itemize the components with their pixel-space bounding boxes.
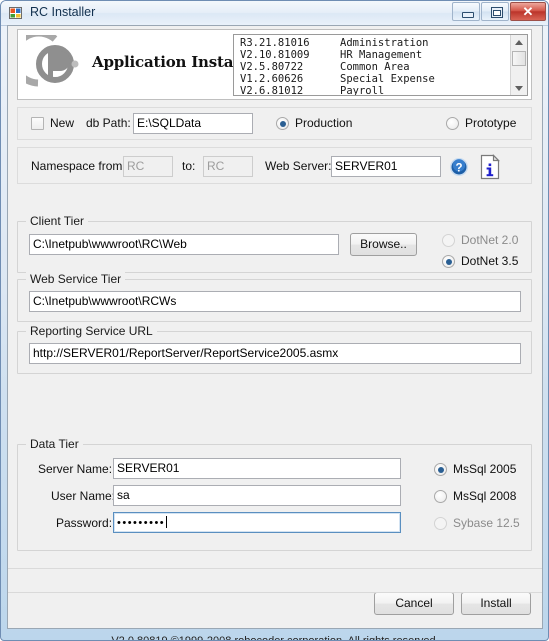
dotnet-35-label: DotNet 3.5 xyxy=(461,254,519,268)
db-path-input[interactable]: E:\SQLData xyxy=(133,113,253,134)
namespace-from-label: Namespace from: xyxy=(31,159,126,173)
password-input[interactable]: ••••••••• xyxy=(113,512,401,533)
module-version: V2.5.80722 xyxy=(240,61,304,74)
web-service-tier-legend: Web Service Tier xyxy=(26,272,126,286)
module-name: Special Expense xyxy=(340,73,435,86)
minimize-button[interactable] xyxy=(452,2,480,21)
module-row: R3.21.81016 Administration xyxy=(240,37,508,49)
dotnet-20-label: DotNet 2.0 xyxy=(461,233,519,247)
app-window-icon xyxy=(9,6,24,21)
client-tier-group: Client Tier C:\Inetpub\wwwroot\RC\Web Br… xyxy=(17,214,532,273)
maximize-icon xyxy=(482,3,508,20)
web-service-tier-group: Web Service Tier C:\Inetpub\wwwroot\RCWs xyxy=(17,272,532,322)
web-service-tier-path-input[interactable]: C:\Inetpub\wwwroot\RCWs xyxy=(29,291,521,312)
client-tier-path-input[interactable]: C:\Inetpub\wwwroot\RC\Web xyxy=(29,234,339,255)
data-tier-group: Data Tier Server Name: SERVER01 User Nam… xyxy=(17,437,532,551)
module-name: Administration xyxy=(340,37,429,49)
close-icon: ✕ xyxy=(522,4,534,19)
user-name-label: User Name: xyxy=(51,489,116,503)
robocoder-logo xyxy=(10,29,84,93)
mssql-2008-radio[interactable] xyxy=(434,490,447,503)
module-version-rows: R3.21.81016 Administration V2.10.81009 HR … xyxy=(240,37,508,96)
production-label: Production xyxy=(295,116,353,130)
module-version: V1.2.60626 xyxy=(240,73,304,86)
module-row: V1.2.60626 Special Expense xyxy=(240,73,508,85)
namespace-from-input[interactable]: RC xyxy=(123,156,173,177)
close-button[interactable]: ✕ xyxy=(510,2,546,21)
cancel-button[interactable]: Cancel xyxy=(374,592,454,615)
module-name: HR Management xyxy=(340,49,423,62)
server-name-input[interactable]: SERVER01 xyxy=(113,458,401,479)
minimize-icon xyxy=(453,3,479,20)
user-name-input[interactable]: sa xyxy=(113,485,401,506)
namespace-to-label: to: xyxy=(182,159,196,173)
reporting-service-url-input[interactable]: http://SERVER01/ReportServer/ReportServi… xyxy=(29,343,521,364)
namespace-panel: Namespace from: RC to: RC Web Server: SE… xyxy=(17,147,532,184)
svg-text:?: ? xyxy=(455,163,462,175)
info-document-icon[interactable] xyxy=(480,154,502,183)
title-bar[interactable]: RC Installer ✕ xyxy=(1,1,548,26)
data-tier-legend: Data Tier xyxy=(26,437,83,451)
module-list-scrollbar[interactable] xyxy=(510,35,527,95)
mssql-2008-label: MsSql 2008 xyxy=(453,489,517,503)
prototype-label: Prototype xyxy=(465,116,517,130)
db-path-label: db Path: xyxy=(86,116,131,130)
production-radio[interactable] xyxy=(276,117,289,130)
mssql-2005-radio[interactable] xyxy=(434,463,447,476)
module-version: R3.21.81016 xyxy=(240,37,310,49)
footer-separator xyxy=(8,592,542,593)
module-row: V2.5.80722 Common Area xyxy=(240,61,508,73)
new-label: New xyxy=(50,116,75,130)
client-tier-legend: Client Tier xyxy=(26,214,89,228)
password-label: Password: xyxy=(56,516,113,530)
password-masked-value: ••••••••• xyxy=(117,517,166,529)
module-name: Payroll xyxy=(340,85,385,96)
browse-button[interactable]: Browse.. xyxy=(350,233,417,256)
dialog-client-area: Application Installer R3.21.81016 Adminis… xyxy=(7,25,543,640)
action-bar-separator xyxy=(8,568,542,569)
rc-installer-window: RC Installer ✕ Application Installer R3.… xyxy=(0,0,549,641)
scroll-up-icon[interactable] xyxy=(511,35,527,49)
module-version: V2.6.81012 xyxy=(240,85,304,96)
module-row: V2.6.81012 Payroll xyxy=(240,85,508,96)
new-checkbox[interactable] xyxy=(31,117,44,130)
mssql-2005-label: MsSql 2005 xyxy=(453,462,517,476)
web-server-label: Web Server: xyxy=(265,159,332,173)
reporting-service-group: Reporting Service URL http://SERVER01/Re… xyxy=(17,324,532,374)
footer-copyright: V2.0.80819 ©1999-2008 robocoder corporat… xyxy=(111,635,439,641)
server-name-label: Server Name: xyxy=(38,462,113,476)
prototype-radio[interactable] xyxy=(446,117,459,130)
dotnet-20-radio[interactable] xyxy=(442,234,455,247)
window-title: RC Installer xyxy=(30,5,96,19)
install-button[interactable]: Install xyxy=(461,592,531,615)
module-row: V2.10.81009 HR Management xyxy=(240,49,508,61)
namespace-to-input[interactable]: RC xyxy=(203,156,253,177)
text-caret xyxy=(166,516,168,528)
module-name: Common Area xyxy=(340,61,410,74)
module-version: V2.10.81009 xyxy=(240,49,310,62)
help-circle-icon[interactable]: ? xyxy=(449,157,469,180)
scroll-down-icon[interactable] xyxy=(511,81,527,95)
web-server-input[interactable]: SERVER01 xyxy=(331,156,441,177)
sybase-125-radio[interactable] xyxy=(434,517,447,530)
header-banner: Application Installer R3.21.81016 Adminis… xyxy=(10,29,532,100)
dotnet-35-radio[interactable] xyxy=(442,255,455,268)
sybase-125-label: Sybase 12.5 xyxy=(453,516,520,530)
scrollbar-thumb[interactable] xyxy=(512,51,526,66)
reporting-service-legend: Reporting Service URL xyxy=(26,324,157,338)
module-version-list[interactable]: R3.21.81016 Administration V2.10.81009 HR … xyxy=(233,34,528,96)
maximize-button[interactable] xyxy=(481,2,509,21)
db-path-panel: New db Path: E:\SQLData Production Proto… xyxy=(17,107,532,140)
